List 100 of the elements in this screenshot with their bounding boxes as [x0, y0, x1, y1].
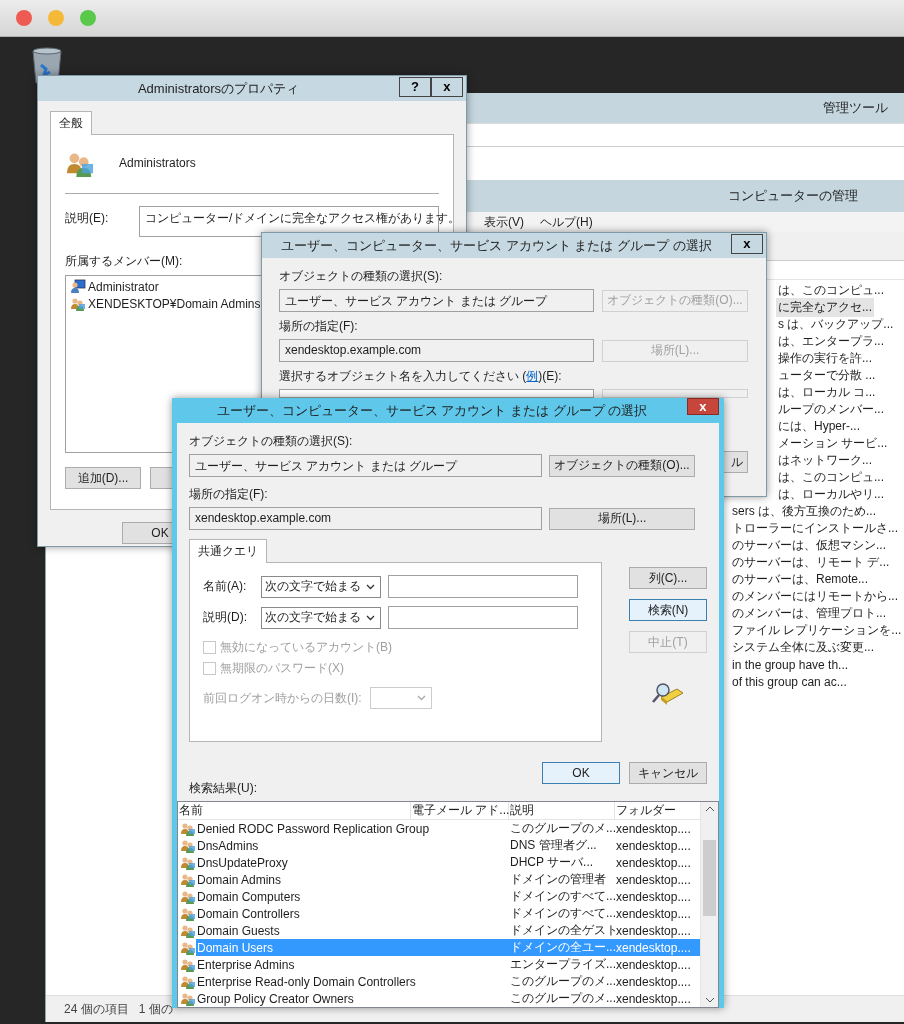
window-title: Administratorsのプロパティ — [137, 80, 300, 98]
table-cell[interactable]: Domain Admins — [197, 872, 282, 887]
list-item[interactable]: は、ローカルやリ... — [776, 485, 886, 504]
table-cell-text: xendesktop.... — [615, 838, 692, 853]
dropdown[interactable]: 次の文字で始まる — [261, 606, 381, 629]
field-label: 名前(A): — [203, 578, 248, 595]
status-text: 24 個の項目 — [64, 1000, 129, 1018]
menu-item[interactable]: ヘルプ(H) — [540, 213, 593, 231]
list-item[interactable]: of this group can ac... — [730, 673, 849, 690]
button[interactable]: OK — [542, 762, 620, 784]
list-item[interactable]: XENDESKTOP¥Domain Admins — [88, 296, 261, 311]
list-item[interactable]: のメンバーにはリモートから... — [730, 587, 900, 606]
table-cell-text: ドメインのすべて... — [509, 905, 615, 920]
button[interactable]: 検索(N) — [629, 599, 707, 621]
list-item[interactable]: には、Hyper-... — [776, 417, 862, 436]
table-cell-text: xendesktop.... — [616, 957, 692, 972]
table-cell[interactable]: Domain Computers — [197, 889, 301, 904]
table-cell[interactable]: Domain Guests — [197, 923, 280, 938]
list-item[interactable]: のサーバーは、仮想マシン... — [730, 536, 888, 555]
location-field: xendesktop.example.com — [279, 339, 594, 362]
object-type-field: ユーザー、サービス アカウント または グループ — [279, 289, 594, 312]
list-item[interactable]: は、エンタープラ... — [776, 332, 886, 351]
table-cell-text: ドメインの全ユー... — [509, 939, 615, 954]
close-button[interactable]: x — [687, 398, 719, 415]
list-item[interactable]: メーション サービ... — [776, 434, 890, 453]
field-label: 説明(D): — [203, 609, 248, 626]
table-cell[interactable]: Denied RODC Password Replication Group — [197, 821, 430, 836]
table-cell[interactable]: DnsAdmins — [197, 838, 259, 853]
button[interactable]: 列(C)... — [629, 567, 707, 589]
list-item[interactable]: ループのメンバー... — [776, 400, 886, 419]
table-cell[interactable]: DnsUpdateProxy — [197, 855, 288, 870]
field-label: 前回ログオン時からの日数(I): — [203, 689, 362, 707]
field-label: 所属するメンバー(M): — [65, 253, 183, 270]
object-type-field: ユーザー、サービス アカウント または グループ — [189, 454, 542, 477]
close-button[interactable]: x — [731, 234, 763, 254]
list-item[interactable]: ファイル レプリケーションを... — [730, 621, 904, 640]
table-cell-text: xendesktop.... — [615, 872, 692, 887]
window-title: コンピューターの管理 — [728, 187, 858, 205]
column-header[interactable]: 説明 — [509, 802, 615, 819]
status-text: 1 個の — [138, 1000, 173, 1018]
field-label: オブジェクトの種類の選択(S): — [189, 433, 354, 450]
column-header[interactable]: 名前 — [178, 802, 411, 819]
list-item[interactable]: トローラーにインストールさ... — [730, 519, 900, 538]
list-item[interactable]: s は、バックアップ... — [776, 315, 896, 334]
button[interactable]: キャンセル — [629, 762, 707, 784]
list-item[interactable]: in the group have th... — [730, 656, 851, 673]
button[interactable]: 追加(D)... — [65, 467, 141, 489]
field-label: 説明(E): — [65, 210, 110, 227]
field-label: 場所の指定(F): — [279, 318, 359, 335]
table-cell-text: このグループのメ... — [509, 820, 615, 835]
table-cell-text: DHCP サーバ... — [509, 854, 595, 871]
table-cell-text: xendesktop.... — [616, 974, 692, 989]
example-link[interactable]: 例 — [526, 369, 539, 383]
help-button[interactable]: ? — [399, 77, 431, 97]
window-title: 管理ツール — [823, 99, 888, 117]
checkbox-label: 無期限のパスワード(X) — [220, 660, 344, 677]
button[interactable]: オブジェクトの種類(O)... — [549, 454, 695, 477]
close-button[interactable]: x — [431, 77, 463, 97]
table-cell[interactable]: Group Policy Creator Owners — [197, 991, 354, 1006]
table-cell-text: ドメインのすべて... — [509, 888, 615, 903]
table-cell-text: xendesktop.... — [616, 821, 692, 836]
location-field: xendesktop.example.com — [189, 507, 542, 530]
checkbox-label: 無効になっているアカウント(B) — [220, 639, 392, 656]
tab[interactable]: 全般 — [50, 111, 92, 135]
list-item[interactable]: はネットワーク... — [776, 451, 874, 470]
table-cell-text: ドメインの全ゲスト — [509, 922, 615, 937]
group-name: Administrators — [119, 156, 196, 170]
list-item[interactable]: システム全体に及ぶ変更... — [730, 638, 876, 657]
dropdown[interactable]: 次の文字で始まる — [261, 575, 381, 598]
list-item[interactable]: 操作の実行を許... — [776, 349, 874, 368]
table-cell-text: このグループのメ... — [509, 990, 615, 1005]
table-cell-text: DNS 管理者グ... — [509, 837, 598, 854]
table-cell[interactable]: Domain Controllers — [197, 906, 300, 921]
table-cell-text: xendesktop.... — [616, 906, 692, 921]
list-item[interactable]: のサーバーは、リモート デ... — [730, 553, 892, 572]
table-cell[interactable]: Enterprise Read-only Domain Controllers — [197, 974, 416, 989]
table-cell-text: xendesktop.... — [616, 991, 692, 1006]
list-item[interactable]: のサーバーは、Remote... — [730, 570, 871, 589]
table-cell-text: ドメインの管理者 — [509, 871, 607, 888]
button[interactable]: 場所(L)... — [549, 507, 695, 530]
table-cell-text: エンタープライズ... — [509, 956, 615, 971]
list-item[interactable]: は、ローカル コ... — [776, 383, 878, 402]
list-item[interactable]: sers は、後方互換のため... — [730, 502, 878, 521]
table-cell-text: xendesktop.... — [615, 923, 692, 938]
table-cell-text: xendesktop.... — [616, 889, 692, 904]
list-item[interactable]: Administrator — [88, 279, 159, 294]
tab[interactable]: 共通クエリ — [189, 539, 267, 563]
list-item[interactable]: に完全なアクセ... — [776, 298, 874, 317]
field-label: 場所の指定(F): — [189, 486, 269, 503]
list-item[interactable]: ューターで分散 ... — [776, 366, 878, 385]
column-header[interactable]: 電子メール アド... — [411, 802, 509, 819]
menu-item[interactable]: 表示(V) — [484, 213, 524, 231]
table-cell[interactable]: Enterprise Admins — [197, 957, 295, 972]
table-cell-text: xendesktop.... — [616, 940, 692, 955]
list-item[interactable]: は、このコンピュ... — [776, 281, 886, 300]
window-title: ユーザー、コンピューター、サービス アカウント または グループ の選択 — [281, 237, 712, 255]
field-label: 検索結果(U): — [189, 780, 258, 797]
table-cell-text: xendesktop.... — [615, 855, 692, 870]
list-item[interactable]: のメンバーは、管理プロト... — [730, 604, 888, 623]
list-item[interactable]: は、このコンピュ... — [776, 468, 886, 487]
